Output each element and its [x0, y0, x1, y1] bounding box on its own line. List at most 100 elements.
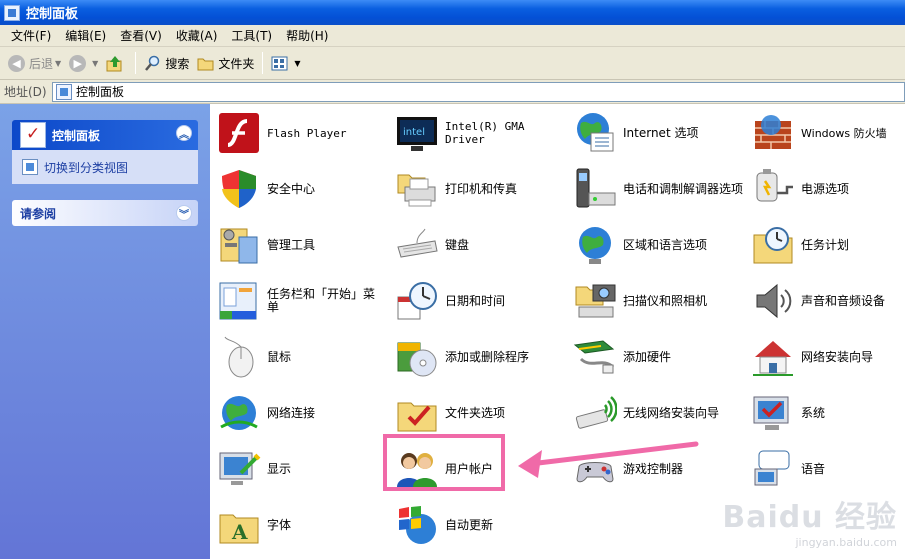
control-panel-check-icon: [20, 122, 46, 148]
phone-modem-icon: [572, 166, 618, 212]
list-item[interactable]: 电源选项: [750, 166, 902, 212]
folder-icon: [197, 55, 214, 72]
svg-text:intel: intel: [403, 127, 425, 138]
menu-help[interactable]: 帮助(H): [279, 27, 335, 44]
list-item[interactable]: 显示: [216, 446, 384, 492]
list-item[interactable]: 扫描仪和照相机: [572, 278, 744, 324]
list-item[interactable]: 添加硬件: [572, 334, 744, 380]
watermark-brand: Baidu 经验: [722, 500, 897, 535]
address-value: 控制面板: [76, 85, 125, 99]
list-item[interactable]: 区域和语言选项: [572, 222, 744, 268]
list-item[interactable]: 键盘: [394, 222, 566, 268]
back-button[interactable]: ◀ 后退 ▼: [4, 50, 65, 76]
menu-edit[interactable]: 编辑(E): [58, 27, 113, 44]
list-item[interactable]: 网络连接: [216, 390, 384, 436]
list-item[interactable]: 语音: [750, 446, 902, 492]
section-header[interactable]: 控制面板 ︽: [12, 120, 198, 150]
up-folder-button[interactable]: [102, 50, 131, 76]
title-bar: 控制面板: [0, 0, 905, 25]
item-label: 安全中心: [267, 181, 316, 196]
scanner-camera-icon: [572, 278, 618, 324]
list-item[interactable]: Windows 防火墙: [750, 110, 902, 156]
list-item[interactable]: 日期和时间: [394, 278, 566, 324]
folders-button[interactable]: 文件夹: [193, 50, 258, 76]
list-item[interactable]: 鼠标: [216, 334, 384, 380]
system-monitor-icon: [750, 390, 796, 436]
control-panel-small-icon: [56, 83, 72, 100]
list-item[interactable]: 网络安装向导: [750, 334, 902, 380]
item-label: 显示: [267, 461, 292, 476]
speech-icon: [750, 446, 796, 492]
forward-dropdown-icon[interactable]: ▼: [92, 59, 98, 68]
watermark: Baidu 经验 jingyan.baidu.com: [722, 492, 897, 549]
list-item[interactable]: Internet 选项: [572, 110, 744, 156]
switch-category-view-link[interactable]: 切换到分类视图: [44, 159, 128, 176]
item-label: 文件夹选项: [445, 405, 506, 420]
item-label: 日期和时间: [445, 293, 506, 308]
search-icon: [144, 55, 161, 72]
list-item[interactable]: intel Intel(R) GMA Driver: [394, 110, 566, 156]
see-also-header[interactable]: 请参阅 ︾: [12, 200, 198, 226]
list-item[interactable]: A 字体: [216, 502, 384, 548]
toolbar: ◀ 后退 ▼ ▶ ▼ 搜索 文件夹 ▼: [0, 47, 905, 80]
item-label: 管理工具: [267, 237, 316, 252]
icon-view: Flash Player 安全中心 管理工具 任务栏和「开始」菜单 鼠标 网络连…: [210, 104, 905, 559]
clock-calendar-icon: [394, 278, 440, 324]
toolbar-separator: [135, 52, 137, 74]
category-view-icon: [22, 159, 38, 175]
list-item[interactable]: 打印机和传真: [394, 166, 566, 212]
list-item[interactable]: 声音和音频设备: [750, 278, 902, 324]
forward-button[interactable]: ▶ ▼: [65, 50, 102, 76]
window-title: 控制面板: [26, 7, 79, 22]
item-label: 系统: [801, 405, 826, 420]
intel-monitor-icon: intel: [394, 110, 440, 156]
toolbar-separator: [262, 52, 264, 74]
item-label: 网络安装向导: [801, 349, 874, 364]
menu-favorites[interactable]: 收藏(A): [169, 27, 225, 44]
list-item[interactable]: Flash Player: [216, 110, 384, 156]
list-item[interactable]: 安全中心: [216, 166, 384, 212]
list-item[interactable]: 自动更新: [394, 502, 566, 548]
back-dropdown-icon[interactable]: ▼: [55, 59, 61, 68]
item-label: 添加或删除程序: [445, 349, 530, 364]
menu-tools[interactable]: 工具(T): [224, 27, 279, 44]
up-folder-icon: [106, 55, 123, 72]
list-item[interactable]: 任务计划: [750, 222, 902, 268]
section-body: 切换到分类视图: [12, 150, 198, 184]
item-label: 电源选项: [801, 181, 850, 196]
speaker-icon: [750, 278, 796, 324]
item-label: 区域和语言选项: [623, 237, 708, 252]
menu-file[interactable]: 文件(F): [4, 27, 58, 44]
cd-box-icon: [394, 334, 440, 380]
list-item[interactable]: 管理工具: [216, 222, 384, 268]
item-label: Intel(R) GMA Driver: [445, 120, 525, 146]
shield-icon: [216, 166, 262, 212]
item-label: 声音和音频设备: [801, 293, 886, 308]
folders-label: 文件夹: [218, 56, 255, 71]
expand-chevron-icon[interactable]: ︾: [176, 205, 192, 221]
views-dropdown-icon[interactable]: ▼: [294, 59, 300, 68]
list-item[interactable]: 系统: [750, 390, 902, 436]
address-bar: 地址(D) 控制面板: [0, 80, 905, 104]
back-arrow-icon: ◀: [8, 54, 25, 72]
collapse-chevron-icon[interactable]: ︽: [176, 125, 192, 141]
list-item[interactable]: 任务栏和「开始」菜单: [216, 278, 384, 324]
monitor-icon: [216, 446, 262, 492]
search-label: 搜索: [165, 56, 190, 71]
views-button[interactable]: ▼: [267, 50, 304, 76]
item-label: Internet 选项: [623, 125, 699, 140]
menu-view[interactable]: 查看(V): [113, 27, 169, 44]
home-network-icon: [750, 334, 796, 380]
item-label: 字体: [267, 517, 292, 532]
address-label: 地址(D): [4, 85, 47, 99]
hardware-icon: [572, 334, 618, 380]
list-item[interactable]: 电话和调制解调器选项: [572, 166, 744, 212]
item-label: 语音: [801, 461, 826, 476]
item-label: Windows 防火墙: [801, 126, 887, 140]
address-input[interactable]: 控制面板: [52, 81, 905, 102]
item-label: 无线网络安装向导: [623, 405, 720, 420]
search-button[interactable]: 搜索: [140, 50, 193, 76]
list-item[interactable]: 添加或删除程序: [394, 334, 566, 380]
windows-globe-icon: [394, 502, 440, 548]
printer-icon: [394, 166, 440, 212]
